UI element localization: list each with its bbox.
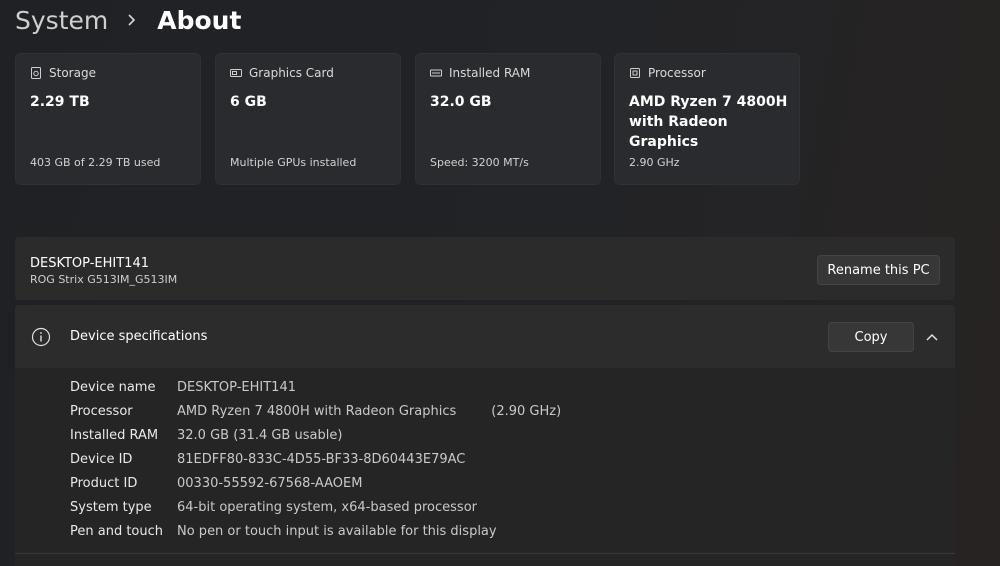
spec-value: DESKTOP-EHIT141 [177, 380, 296, 395]
card-value: AMD Ryzen 7 4800H with Radeon Graphics [629, 94, 788, 150]
card-subtitle: Multiple GPUs installed [230, 156, 357, 169]
spec-label: Device ID [70, 452, 133, 467]
spec-value: AMD Ryzen 7 4800H with Radeon Graphics [177, 404, 457, 419]
spec-row-device-name: Device name DESKTOP-EHIT141 [70, 380, 296, 400]
processor-card[interactable]: Processor AMD Ryzen 7 4800H with Radeon … [614, 53, 800, 185]
processor-icon [630, 68, 640, 78]
chevron-up-icon[interactable] [925, 332, 939, 342]
card-title: Graphics Card [249, 66, 334, 80]
card-title: Installed RAM [449, 66, 531, 80]
breadcrumb: System About [15, 2, 241, 38]
device-specifications-header[interactable]: Device specifications Copy [15, 305, 955, 368]
card-value: 6 GB [230, 94, 267, 110]
card-value: 2.29 TB [30, 94, 90, 110]
spec-extra: (2.90 GHz) [491, 404, 562, 419]
chevron-right-icon [128, 14, 136, 26]
spec-value: No pen or touch input is available for t… [177, 524, 497, 539]
spec-row-device-id: Device ID 81EDFF80-833C-4D55-BF33-8D6044… [70, 452, 465, 472]
spec-label: Processor [70, 404, 133, 419]
page-title: About [157, 5, 242, 35]
device-specifications-title: Device specifications [70, 329, 208, 344]
spec-value: 32.0 GB (31.4 GB usable) [177, 428, 343, 443]
card-title: Storage [49, 66, 96, 80]
graphics-card-icon [230, 69, 242, 77]
spec-row-pen-and-touch: Pen and touch No pen or touch input is a… [70, 524, 497, 544]
pc-name-panel: DESKTOP-EHIT141 ROG Strix G513IM_G513IM … [15, 237, 955, 300]
spec-value: 64-bit operating system, x64-based proce… [177, 500, 477, 515]
card-subtitle: 2.90 GHz [629, 156, 680, 169]
spec-label: Device name [70, 380, 156, 395]
storage-card[interactable]: Storage 2.29 TB 403 GB of 2.29 TB used [15, 53, 201, 185]
spec-label: Installed RAM [70, 428, 159, 443]
pc-model: ROG Strix G513IM_G513IM [30, 273, 178, 286]
storage-icon [31, 67, 41, 79]
card-subtitle: Speed: 3200 MT/s [430, 156, 529, 169]
spec-row-system-type: System type 64-bit operating system, x64… [70, 500, 477, 520]
spec-row-installed-ram: Installed RAM 32.0 GB (31.4 GB usable) [70, 428, 342, 448]
info-icon [31, 327, 51, 347]
copy-button[interactable]: Copy [828, 322, 914, 352]
spec-value: 00330-55592-67568-AAOEM [177, 476, 363, 491]
pc-name: DESKTOP-EHIT141 [30, 256, 149, 271]
installed-ram-card[interactable]: Installed RAM 32.0 GB Speed: 3200 MT/s [415, 53, 601, 185]
ram-icon [430, 69, 442, 77]
breadcrumb-system-link[interactable]: System [15, 6, 108, 35]
card-value: 32.0 GB [430, 94, 492, 110]
spec-label: System type [70, 500, 152, 515]
card-subtitle: 403 GB of 2.29 TB used [30, 156, 161, 169]
card-title: Processor [648, 66, 706, 80]
divider [15, 553, 955, 554]
device-specifications-panel: Device specifications Copy Device name D… [15, 305, 955, 566]
graphics-card-card[interactable]: Graphics Card 6 GB Multiple GPUs install… [215, 53, 401, 185]
spec-label: Product ID [70, 476, 138, 491]
spec-row-processor: Processor AMD Ryzen 7 4800H with Radeon … [70, 404, 561, 424]
rename-pc-button[interactable]: Rename this PC [817, 255, 940, 285]
spec-label: Pen and touch [70, 524, 164, 539]
spec-row-product-id: Product ID 00330-55592-67568-AAOEM [70, 476, 362, 496]
spec-value: 81EDFF80-833C-4D55-BF33-8D60443E79AC [177, 452, 466, 467]
